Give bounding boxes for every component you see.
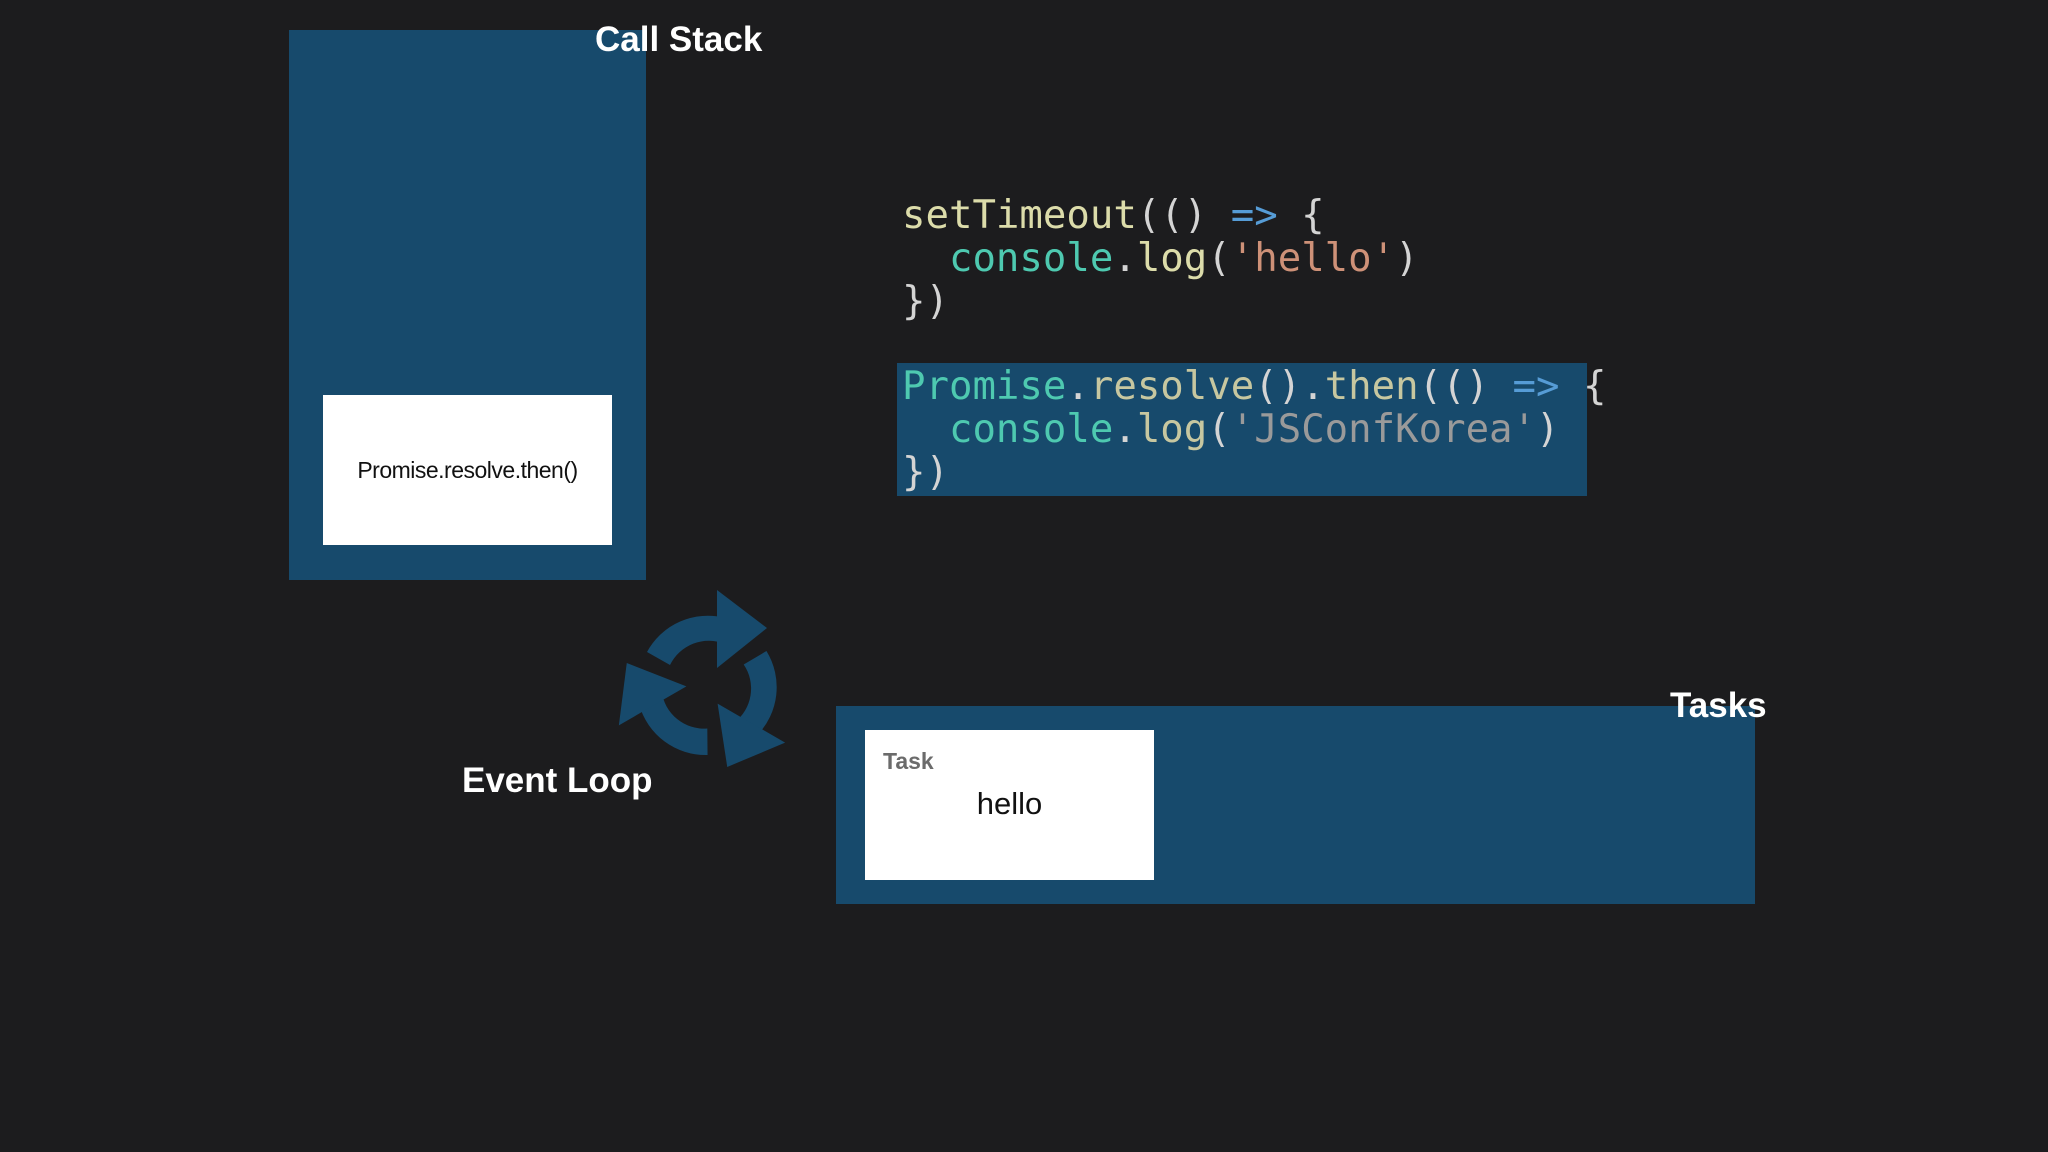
code-token: log <box>1136 407 1208 452</box>
call-stack-title: Call Stack <box>595 20 763 59</box>
code-token: setTimeout <box>902 193 1137 238</box>
code-token: => <box>1512 364 1560 409</box>
code-token: => <box>1230 193 1278 238</box>
code-token: (() <box>1136 193 1231 238</box>
code-token: then <box>1324 364 1419 409</box>
code-token: 'JSConfKorea' <box>1230 407 1537 452</box>
code-token: . <box>1066 364 1090 409</box>
task-value: hello <box>976 786 1043 821</box>
code-token: }) <box>902 279 949 324</box>
task-label: Task <box>883 748 934 774</box>
event-loop-title: Event Loop <box>462 761 653 800</box>
task-card: Task hello <box>865 730 1154 880</box>
stack-frame: Promise.resolve.then() <box>323 395 612 545</box>
slide: Promise.resolve.then() Call Stack setTim… <box>0 0 2048 1152</box>
code-token: console <box>948 407 1114 452</box>
code-token: log <box>1136 236 1208 281</box>
code-token: ( <box>1207 236 1231 281</box>
code-block-settimeout: setTimeout(() => { console.log('hello') … <box>902 194 1419 323</box>
code-token: (() <box>1418 364 1513 409</box>
stack-frame-label: Promise.resolve.then() <box>357 456 578 483</box>
code-block-promise: Promise.resolve().then(() => { console.l… <box>902 365 1606 494</box>
code-token: 'hello' <box>1230 236 1396 281</box>
code-token: resolve <box>1089 364 1255 409</box>
code-token: . <box>1113 407 1137 452</box>
code-token: ( <box>1207 407 1231 452</box>
code-token: console <box>948 236 1114 281</box>
tasks-title: Tasks <box>1670 686 1767 725</box>
code-token: { <box>1559 364 1607 409</box>
code-token: ) <box>1395 236 1419 281</box>
code-token: (). <box>1254 364 1325 409</box>
code-token: }) <box>902 450 949 495</box>
code-token: . <box>1113 236 1137 281</box>
code-token: ) <box>1536 407 1560 452</box>
code-token: Promise <box>902 364 1067 409</box>
code-token: { <box>1277 193 1325 238</box>
